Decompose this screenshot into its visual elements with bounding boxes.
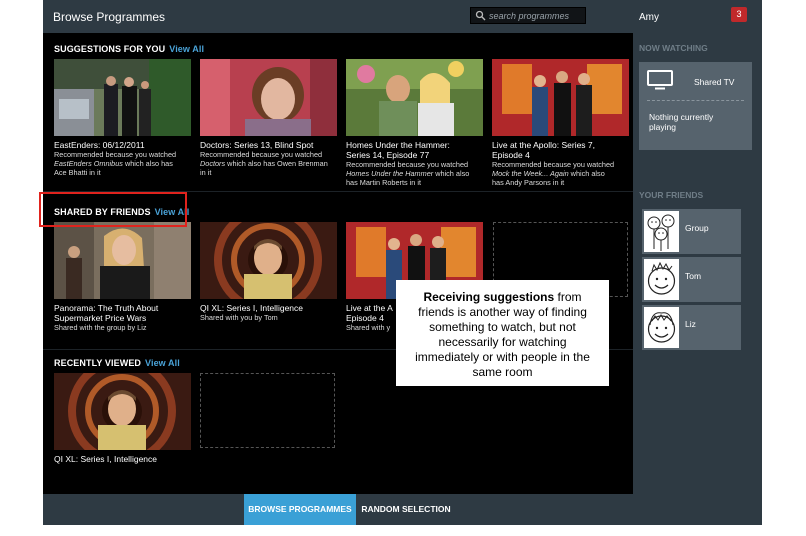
programme-card[interactable]: QI XL: Series I, Intelligence [54, 373, 191, 464]
thumbnail-image [492, 59, 629, 136]
programme-card[interactable]: Doctors: Series 13, Blind Spot Recommend… [200, 59, 337, 177]
friend-item-tom[interactable]: Tom [642, 257, 741, 302]
reason-programme: EastEnders Omnibus [54, 159, 123, 168]
device-label: Shared TV [694, 77, 735, 87]
friend-item-liz[interactable]: Liz [642, 305, 741, 350]
reason-line: has Martin Roberts in it [346, 178, 422, 187]
programme-title-line: Panorama: The Truth About [54, 303, 159, 313]
thumbnail-image [346, 59, 483, 136]
shared-by-text: Shared with you by Tom [200, 313, 278, 322]
page-title: Browse Programmes [53, 10, 166, 24]
programme-thumbnail[interactable] [54, 222, 191, 299]
shared-by-text: Shared with the group by Liz [54, 323, 147, 332]
programme-title[interactable]: Live at the Apollo: Series 7, Episode 4 [492, 140, 629, 160]
programme-thumbnail[interactable] [492, 59, 629, 136]
reason-line: Doctors which also has Owen Brenman [200, 159, 337, 168]
recent-view-all-link[interactable]: View All [145, 358, 180, 368]
reason-text: which also [433, 169, 470, 178]
reason-line: in it [200, 168, 212, 177]
programme-card[interactable]: EastEnders: 06/12/2011 Recommended becau… [54, 59, 191, 177]
tab-random-selection[interactable]: RANDOM SELECTION [356, 494, 456, 525]
programme-title[interactable]: Doctors: Series 13, Blind Spot [200, 140, 337, 150]
liz-avatar-icon [644, 307, 679, 348]
friends-heading: YOUR FRIENDS [639, 190, 704, 200]
section-recent-label: RECENTLY VIEWED [54, 358, 142, 368]
annotation-highlight-box [39, 192, 187, 227]
programme-card[interactable]: Panorama: The Truth About Supermarket Pri… [54, 222, 191, 332]
app-window: Browse Programmes Amy 3 SUGGESTIONS FOR … [43, 0, 762, 525]
empty-slot [200, 373, 335, 448]
reason-programme: Mock the Week... Again [492, 169, 569, 178]
bottom-nav: BROWSE PROGRAMMES RANDOM SELECTION [43, 494, 762, 525]
programme-thumbnail[interactable] [54, 373, 191, 450]
programme-title[interactable]: Homes Under the Hammer: Series 14, Episod… [346, 140, 483, 160]
now-watching-status: Nothing currently playing [649, 112, 714, 132]
reason-line: Recommended because you watched [54, 150, 177, 159]
reason-line: Homes Under the Hammer which also [346, 169, 483, 178]
reason-line: Ace Bhatti in it [54, 168, 101, 177]
programme-card[interactable]: Live at the Apollo: Series 7, Episode 4 R… [492, 59, 629, 187]
programme-title-line: Live at the Apollo: Series 7, [492, 140, 596, 150]
group-avatar-icon [644, 211, 679, 252]
reason-line: Recommended because you watched [346, 160, 469, 169]
main-content: SUGGESTIONS FOR YOU View All EastEnders:… [43, 33, 633, 494]
reason-text: which also has [122, 159, 173, 168]
reason-line: Recommended because you watched [200, 150, 323, 159]
thumbnail-image [54, 222, 191, 299]
right-panel: NOW WATCHING Shared TV Nothing currently… [633, 33, 762, 494]
reason-line: has Andy Parsons in it [492, 178, 565, 187]
programme-title[interactable]: Panorama: The Truth About Supermarket Pri… [54, 303, 191, 323]
section-recent-title: RECENTLY VIEWED View All [54, 358, 180, 368]
reason-line: Recommended because you watched [492, 160, 615, 169]
programme-title[interactable]: QI XL: Series I, Intelligence [200, 303, 337, 313]
friend-name: Group [685, 223, 709, 233]
programme-thumbnail[interactable] [346, 59, 483, 136]
callout-bold-text: Receiving suggestions [423, 290, 555, 304]
programme-reason: Recommended because you watched EastEnde… [54, 150, 191, 177]
programme-reason: Recommended because you watched Homes Un… [346, 160, 483, 187]
now-watching-box[interactable]: Shared TV Nothing currently playing [639, 62, 752, 150]
search-input[interactable] [489, 9, 583, 22]
friend-name: Tom [685, 271, 702, 281]
programme-card[interactable]: QI XL: Series I, Intelligence Shared wit… [200, 222, 337, 322]
programme-thumbnail[interactable] [200, 59, 337, 136]
programme-thumbnail[interactable] [200, 222, 337, 299]
thumbnail-image [54, 59, 191, 136]
thumbnail-image [200, 59, 337, 136]
programme-title[interactable]: QI XL: Series I, Intelligence [54, 454, 191, 464]
thumbnail-image [54, 373, 191, 450]
suggestions-view-all-link[interactable]: View All [169, 44, 204, 54]
now-watching-heading: NOW WATCHING [639, 43, 708, 53]
top-bar: Browse Programmes Amy 3 [43, 0, 762, 33]
programme-title-line: Episode 4 [492, 150, 530, 160]
reason-text: which also [568, 169, 605, 178]
friend-item-group[interactable]: Group [642, 209, 741, 254]
programme-title[interactable]: EastEnders: 06/12/2011 [54, 140, 191, 150]
section-suggestions-label: SUGGESTIONS FOR YOU [54, 44, 166, 54]
annotation-callout: Receiving suggestions from friends is an… [396, 280, 609, 386]
tv-icon [647, 70, 673, 90]
section-suggestions-title: SUGGESTIONS FOR YOU View All [54, 44, 204, 54]
now-watching-divider [647, 100, 744, 101]
thumbnail-image [200, 222, 337, 299]
programme-title-line: Homes Under the Hammer: [346, 140, 450, 150]
programme-reason: Recommended because you watched Doctors … [200, 150, 337, 177]
reason-text: which also has Owen Brenman [225, 159, 328, 168]
reason-line: Mock the Week... Again which also [492, 169, 629, 178]
tab-browse-programmes[interactable]: BROWSE PROGRAMMES [244, 494, 356, 525]
programme-thumbnail[interactable] [54, 59, 191, 136]
user-name[interactable]: Amy [639, 12, 659, 23]
notification-badge[interactable]: 3 [731, 7, 747, 22]
reason-line: EastEnders Omnibus which also has [54, 159, 191, 168]
programme-title-line: Supermarket Price Wars [54, 313, 147, 323]
friend-name: Liz [685, 319, 696, 329]
reason-programme: Doctors [200, 159, 226, 168]
tom-avatar-icon [644, 259, 679, 300]
programme-card[interactable]: Homes Under the Hammer: Series 14, Episod… [346, 59, 483, 187]
programme-title-line: Series 14, Episode 77 [346, 150, 430, 160]
search-box[interactable] [470, 7, 586, 24]
reason-programme: Homes Under the Hammer [346, 169, 434, 178]
search-icon [475, 10, 486, 21]
programme-reason: Recommended because you watched Mock the… [492, 160, 629, 187]
